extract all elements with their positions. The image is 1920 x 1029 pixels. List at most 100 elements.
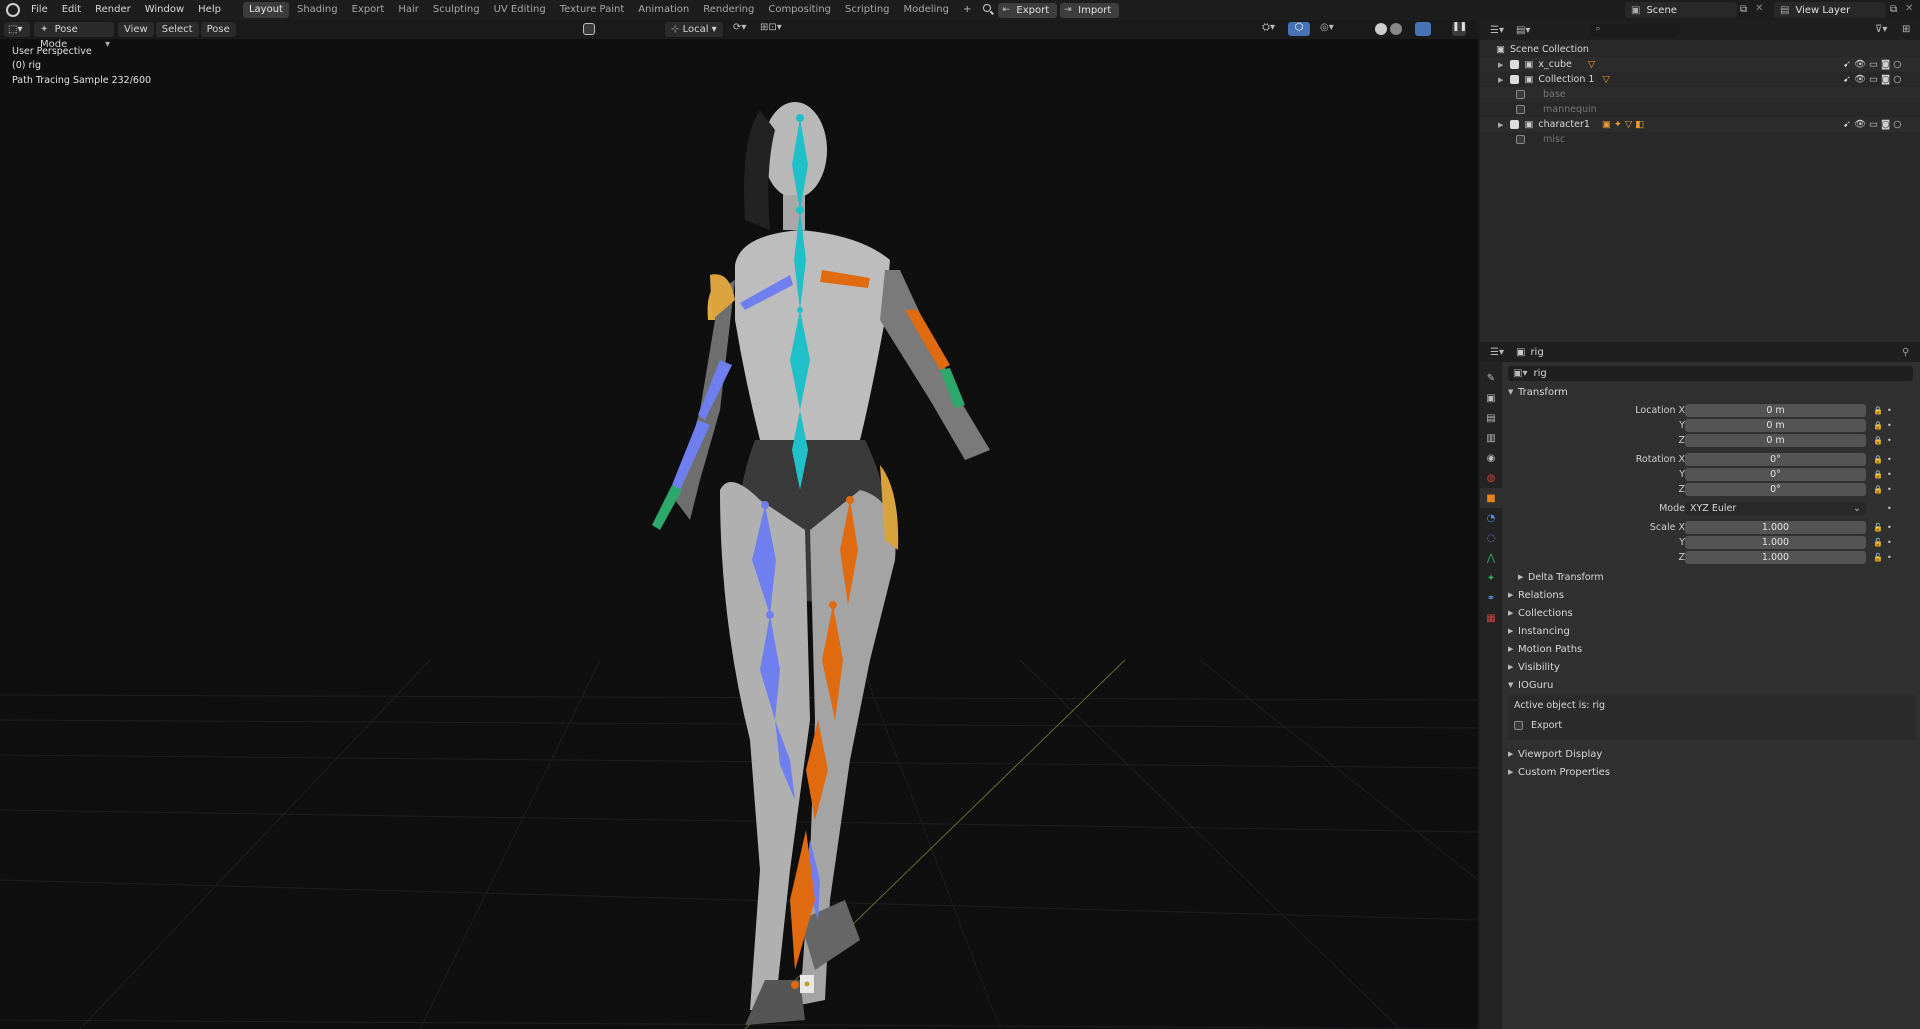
instancing-panel-header[interactable]: ▶ Instancing xyxy=(1508,623,1916,639)
tab-modeling[interactable]: Modeling xyxy=(898,2,956,18)
scene-tab-icon[interactable]: ◉ xyxy=(1480,448,1502,468)
xray-icon[interactable]: ◎▾ xyxy=(1320,22,1334,33)
rotation-y-field[interactable]: 0° xyxy=(1685,467,1866,481)
object-name-field[interactable]: ▣▾ rig xyxy=(1508,366,1913,381)
tab-scripting[interactable]: Scripting xyxy=(839,2,895,18)
tab-export[interactable]: Export xyxy=(346,2,391,18)
expand-arrow-icon[interactable]: ▶ xyxy=(1498,61,1503,69)
keyframe-dot-icon[interactable]: • xyxy=(1887,553,1892,562)
tab-compositing[interactable]: Compositing xyxy=(762,2,837,18)
viewport-display-panel-header[interactable]: ▶ Viewport Display xyxy=(1508,746,1916,762)
filter-icon[interactable]: ⊽▾ xyxy=(1875,24,1887,35)
display-mode-icon[interactable]: ▤▾ xyxy=(1516,25,1530,36)
menu-file[interactable]: File xyxy=(24,0,55,20)
tab-rendering[interactable]: Rendering xyxy=(697,2,760,18)
new-view-layer-icon[interactable]: ⧉ xyxy=(1890,4,1897,15)
new-collection-icon[interactable]: ⊞ xyxy=(1902,24,1910,35)
ioguru-export-checkbox-row[interactable]: Export xyxy=(1514,720,1562,731)
bone-tab-icon[interactable]: ⚭ xyxy=(1480,588,1502,608)
view-layer-tab-icon[interactable]: ▥ xyxy=(1480,428,1502,448)
pause-render-icon[interactable]: ❚❚ xyxy=(1452,22,1467,36)
new-scene-icon[interactable]: ⧉ xyxy=(1740,4,1747,15)
outliner-row-base[interactable]: base xyxy=(1480,87,1920,102)
add-workspace-icon[interactable]: + xyxy=(957,2,977,18)
export-button[interactable]: ⇤ Export xyxy=(998,2,1058,18)
modifiers-tab-icon[interactable]: ◔ xyxy=(1480,508,1502,528)
physics-tab-icon[interactable]: ◌ xyxy=(1480,528,1502,548)
custom-properties-panel-header[interactable]: ▶ Custom Properties xyxy=(1508,764,1916,780)
orientation-selector[interactable]: ⊹ Local ▾ xyxy=(665,22,723,37)
constraints-tab-icon[interactable]: ⋀ xyxy=(1480,548,1502,568)
search-icon[interactable] xyxy=(981,3,995,17)
lock-icon[interactable]: 🔒 xyxy=(1873,436,1883,445)
expand-arrow-icon[interactable]: ▶ xyxy=(1498,121,1503,129)
expand-arrow-icon[interactable]: ▶ xyxy=(1498,76,1503,84)
collections-panel-header[interactable]: ▶ Collections xyxy=(1508,605,1916,621)
outliner-row-misc[interactable]: misc xyxy=(1480,132,1920,147)
lock-icon[interactable]: 🔒 xyxy=(1873,485,1883,494)
keyframe-dot-icon[interactable]: • xyxy=(1887,470,1892,479)
delete-view-layer-icon[interactable]: ✕ xyxy=(1905,3,1913,14)
relations-panel-header[interactable]: ▶ Relations xyxy=(1508,587,1916,603)
menu-help[interactable]: Help xyxy=(191,0,228,20)
tab-hair[interactable]: Hair xyxy=(392,2,425,18)
output-tab-icon[interactable]: ▤ xyxy=(1480,408,1502,428)
lock-icon[interactable]: 🔒 xyxy=(1873,406,1883,415)
snap-icon[interactable]: ⟳▾ xyxy=(733,22,746,33)
exclude-checkbox[interactable] xyxy=(1516,105,1525,114)
unlock-icon[interactable]: 🔓 xyxy=(1873,538,1883,547)
exclude-checkbox[interactable] xyxy=(1510,60,1520,69)
tool-tab-icon[interactable]: ✎ xyxy=(1480,368,1502,388)
overlay-toggle-icon[interactable]: ⬡ xyxy=(1288,22,1310,36)
location-x-field[interactable]: 0 m xyxy=(1685,403,1866,417)
scale-y-field[interactable]: 1.000 xyxy=(1685,535,1866,549)
keyframe-dot-icon[interactable]: • xyxy=(1887,523,1892,532)
unlock-icon[interactable]: 🔓 xyxy=(1873,523,1883,532)
object-data-tab-icon[interactable]: ✦ xyxy=(1480,568,1502,588)
render-tab-icon[interactable]: ▣ xyxy=(1480,388,1502,408)
restrict-icons[interactable]: ➹ 👁 ▭ ◙ ○ xyxy=(1843,74,1902,85)
ioguru-panel-header[interactable]: ▼ IOGuru xyxy=(1508,677,1916,693)
shading-rendered-icon[interactable] xyxy=(1415,22,1431,36)
tab-sculpting[interactable]: Sculpting xyxy=(427,2,486,18)
tab-layout[interactable]: Layout xyxy=(242,2,289,18)
rotation-x-field[interactable]: 0° xyxy=(1685,452,1866,466)
keyframe-dot-icon[interactable]: • xyxy=(1887,455,1892,464)
motion-paths-panel-header[interactable]: ▶ Motion Paths xyxy=(1508,641,1916,657)
import-button[interactable]: ⇥ Import xyxy=(1060,2,1120,18)
unlock-icon[interactable]: 🔓 xyxy=(1873,553,1883,562)
location-y-field[interactable]: 0 m xyxy=(1685,418,1866,432)
select-menu[interactable]: Select xyxy=(155,22,199,37)
keyframe-dot-icon[interactable]: • xyxy=(1887,538,1892,547)
delta-transform-header[interactable]: ▶ Delta Transform xyxy=(1518,569,1920,585)
transform-pivot-icon[interactable] xyxy=(583,23,595,35)
shading-material-icon[interactable] xyxy=(1390,23,1402,35)
outliner-row-collection-1[interactable]: ▶ ▣ Collection 1 ▽ ➹ 👁 ▭ ◙ ○ xyxy=(1480,72,1920,87)
proportional-edit-icon[interactable]: ⊞⊡▾ xyxy=(760,22,782,33)
restrict-icons[interactable]: ➹ 👁 ▭ ◙ ○ xyxy=(1843,119,1902,130)
exclude-checkbox[interactable] xyxy=(1516,90,1525,99)
shading-solid-icon[interactable] xyxy=(1375,23,1387,35)
pose-menu[interactable]: Pose xyxy=(200,22,236,37)
scene-collection-row[interactable]: ▣ Scene Collection xyxy=(1480,42,1920,57)
editor-type-button[interactable]: ⬚▾ xyxy=(4,22,30,37)
keyframe-dot-icon[interactable]: • xyxy=(1887,406,1892,415)
keyframe-dot-icon[interactable]: • xyxy=(1887,485,1892,494)
scene-selector[interactable]: ▣ Scene xyxy=(1625,2,1737,18)
keyframe-dot-icon[interactable]: • xyxy=(1887,436,1892,445)
rotation-z-field[interactable]: 0° xyxy=(1685,482,1866,496)
restrict-icons[interactable]: ➹ 👁 ▭ ◙ ○ xyxy=(1843,59,1902,70)
outliner-editor-icon[interactable]: ☰▾ xyxy=(1490,25,1504,36)
exclude-checkbox[interactable] xyxy=(1516,135,1525,144)
view-layer-selector[interactable]: ▤ View Layer xyxy=(1774,2,1886,18)
rotation-mode-dropdown[interactable]: XYZ Euler ⌄ xyxy=(1685,501,1866,515)
object-tab-icon[interactable]: ■ xyxy=(1480,488,1502,508)
outliner-row-x-cube[interactable]: ▶ ▣ x_cube ▽ ➹ 👁 ▭ ◙ ○ xyxy=(1480,57,1920,72)
menu-render[interactable]: Render xyxy=(88,0,138,20)
scale-x-field[interactable]: 1.000 xyxy=(1685,520,1866,534)
tab-shading[interactable]: Shading xyxy=(291,2,344,18)
delete-scene-icon[interactable]: ✕ xyxy=(1755,3,1763,14)
properties-editor-icon[interactable]: ☰▾ xyxy=(1490,347,1504,358)
outliner-row-mannequin[interactable]: mannequin xyxy=(1480,102,1920,117)
visibility-panel-header[interactable]: ▶ Visibility xyxy=(1508,659,1916,675)
